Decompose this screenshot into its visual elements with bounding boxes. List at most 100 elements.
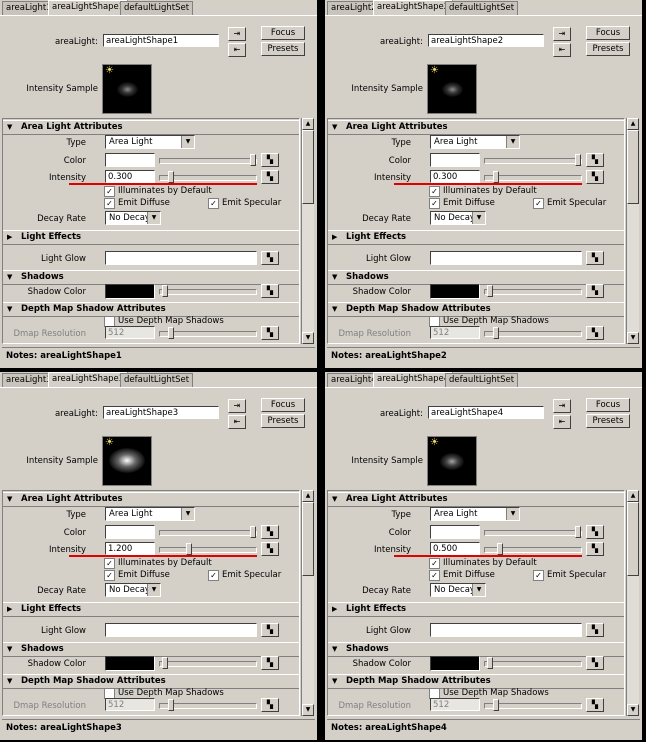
- intensity-map-button[interactable]: ▚: [261, 170, 279, 184]
- scroll-up-arrow-icon[interactable]: ▲: [302, 490, 314, 502]
- collapse-triangle-icon[interactable]: ▼: [332, 675, 337, 688]
- intensity-slider-thumb[interactable]: [493, 171, 499, 183]
- scroll-down-arrow-icon[interactable]: ▼: [302, 332, 314, 344]
- dmap-resolution-field[interactable]: 512: [105, 698, 155, 711]
- illuminates-by-default-checkbox[interactable]: ✓: [429, 186, 440, 197]
- intensity-map-button[interactable]: ▚: [586, 542, 604, 556]
- collapse-triangle-icon[interactable]: ▼: [332, 121, 337, 134]
- collapse-triangle-icon[interactable]: ▼: [7, 271, 12, 284]
- focus-button[interactable]: Focus: [261, 26, 305, 40]
- arealight-name-field[interactable]: areaLightShape2: [428, 34, 544, 47]
- select-output-icon[interactable]: ⇤: [228, 43, 246, 57]
- scroll-up-arrow-icon[interactable]: ▲: [627, 490, 639, 502]
- emit-diffuse-checkbox[interactable]: ✓: [429, 198, 440, 209]
- tab-defaultlightset[interactable]: defaultLightSet: [120, 1, 194, 15]
- intensity-slider[interactable]: [159, 543, 257, 555]
- collapse-triangle-icon[interactable]: ▼: [332, 643, 337, 656]
- section-depth-map-shadow[interactable]: ▼ Depth Map Shadow Attributes: [3, 674, 299, 689]
- light-glow-map-button[interactable]: ▚: [261, 623, 279, 637]
- dmap-resolution-slider-thumb[interactable]: [493, 327, 499, 339]
- intensity-slider-thumb[interactable]: [497, 543, 503, 555]
- vertical-scrollbar[interactable]: ▲ ▼: [626, 118, 639, 344]
- select-output-icon[interactable]: ⇤: [553, 43, 571, 57]
- type-dropdown[interactable]: Area Light ▼: [105, 135, 195, 149]
- section-area-light-attributes[interactable]: ▼ Area Light Attributes: [328, 492, 624, 507]
- color-slider[interactable]: [159, 526, 257, 538]
- section-area-light-attributes[interactable]: ▼ Area Light Attributes: [3, 492, 299, 507]
- dmap-resolution-map-button[interactable]: ▚: [261, 698, 279, 712]
- presets-button[interactable]: Presets: [261, 414, 305, 428]
- type-dropdown[interactable]: Area Light ▼: [430, 507, 520, 521]
- shadow-color-slider[interactable]: [484, 657, 582, 669]
- dmap-resolution-field[interactable]: 512: [105, 326, 155, 339]
- shadow-color-slider[interactable]: [159, 285, 257, 297]
- scroll-thumb[interactable]: [627, 502, 639, 576]
- select-input-icon[interactable]: ⇥: [228, 399, 246, 413]
- shadow-color-slider[interactable]: [159, 657, 257, 669]
- focus-button[interactable]: Focus: [261, 398, 305, 412]
- shadow-color-map-button[interactable]: ▚: [261, 284, 279, 298]
- dmap-resolution-map-button[interactable]: ▚: [586, 698, 604, 712]
- section-light-effects[interactable]: ▶ Light Effects: [3, 602, 299, 617]
- color-swatch[interactable]: [430, 153, 480, 167]
- section-depth-map-shadow[interactable]: ▼ Depth Map Shadow Attributes: [328, 674, 624, 689]
- scroll-down-arrow-icon[interactable]: ▼: [627, 704, 639, 716]
- tab-shape[interactable]: areaLightShape4: [373, 372, 454, 388]
- tab-shape[interactable]: areaLightShape2: [373, 0, 454, 16]
- focus-button[interactable]: Focus: [586, 26, 630, 40]
- emit-specular-checkbox[interactable]: ✓: [208, 570, 219, 581]
- section-light-effects[interactable]: ▶ Light Effects: [328, 230, 624, 245]
- color-slider[interactable]: [484, 154, 582, 166]
- shadow-color-swatch[interactable]: [430, 656, 480, 671]
- intensity-map-button[interactable]: ▚: [586, 170, 604, 184]
- emit-diffuse-checkbox[interactable]: ✓: [104, 570, 115, 581]
- decay-rate-dropdown[interactable]: No Decay ▼: [105, 583, 161, 597]
- shadow-color-map-button[interactable]: ▚: [586, 284, 604, 298]
- emit-specular-checkbox[interactable]: ✓: [533, 198, 544, 209]
- light-glow-field[interactable]: [105, 251, 257, 265]
- light-glow-map-button[interactable]: ▚: [586, 251, 604, 265]
- vertical-scrollbar[interactable]: ▲ ▼: [626, 490, 639, 716]
- dmap-resolution-slider-thumb[interactable]: [168, 699, 174, 711]
- color-map-button[interactable]: ▚: [261, 153, 279, 167]
- emit-diffuse-checkbox[interactable]: ✓: [429, 570, 440, 581]
- shadow-color-slider-thumb[interactable]: [162, 285, 168, 297]
- illuminates-by-default-checkbox[interactable]: ✓: [104, 558, 115, 569]
- collapse-triangle-icon[interactable]: ▼: [7, 493, 12, 506]
- section-depth-map-shadow[interactable]: ▼ Depth Map Shadow Attributes: [328, 302, 624, 317]
- shadow-color-map-button[interactable]: ▚: [261, 656, 279, 670]
- color-slider-thumb[interactable]: [250, 154, 256, 166]
- dmap-resolution-map-button[interactable]: ▚: [586, 326, 604, 340]
- shadow-color-swatch[interactable]: [105, 284, 155, 299]
- shadow-color-swatch[interactable]: [105, 656, 155, 671]
- light-glow-field[interactable]: [430, 251, 582, 265]
- section-area-light-attributes[interactable]: ▼ Area Light Attributes: [328, 120, 624, 135]
- section-shadows[interactable]: ▼ Shadows: [328, 270, 624, 285]
- tab-defaultlightset[interactable]: defaultLightSet: [445, 373, 519, 387]
- scroll-thumb[interactable]: [302, 502, 314, 576]
- light-glow-map-button[interactable]: ▚: [261, 251, 279, 265]
- expand-triangle-icon[interactable]: ▶: [332, 603, 337, 616]
- section-depth-map-shadow[interactable]: ▼ Depth Map Shadow Attributes: [3, 302, 299, 317]
- color-slider[interactable]: [484, 526, 582, 538]
- collapse-triangle-icon[interactable]: ▼: [332, 271, 337, 284]
- arealight-name-field[interactable]: areaLightShape4: [428, 406, 544, 419]
- emit-specular-checkbox[interactable]: ✓: [533, 570, 544, 581]
- select-input-icon[interactable]: ⇥: [553, 27, 571, 41]
- color-swatch[interactable]: [105, 525, 155, 539]
- select-output-icon[interactable]: ⇤: [228, 415, 246, 429]
- dmap-resolution-field[interactable]: 512: [430, 698, 480, 711]
- light-glow-field[interactable]: [430, 623, 582, 637]
- collapse-triangle-icon[interactable]: ▼: [332, 303, 337, 316]
- color-map-button[interactable]: ▚: [261, 525, 279, 539]
- expand-triangle-icon[interactable]: ▶: [7, 603, 12, 616]
- expand-triangle-icon[interactable]: ▶: [7, 231, 12, 244]
- decay-rate-dropdown[interactable]: No Decay ▼: [430, 211, 486, 225]
- presets-button[interactable]: Presets: [586, 414, 630, 428]
- intensity-slider[interactable]: [159, 171, 257, 183]
- dmap-resolution-slider[interactable]: [159, 699, 257, 711]
- dmap-resolution-slider-thumb[interactable]: [168, 327, 174, 339]
- shadow-color-slider-thumb[interactable]: [487, 657, 493, 669]
- arealight-name-field[interactable]: areaLightShape1: [103, 34, 219, 47]
- select-input-icon[interactable]: ⇥: [228, 27, 246, 41]
